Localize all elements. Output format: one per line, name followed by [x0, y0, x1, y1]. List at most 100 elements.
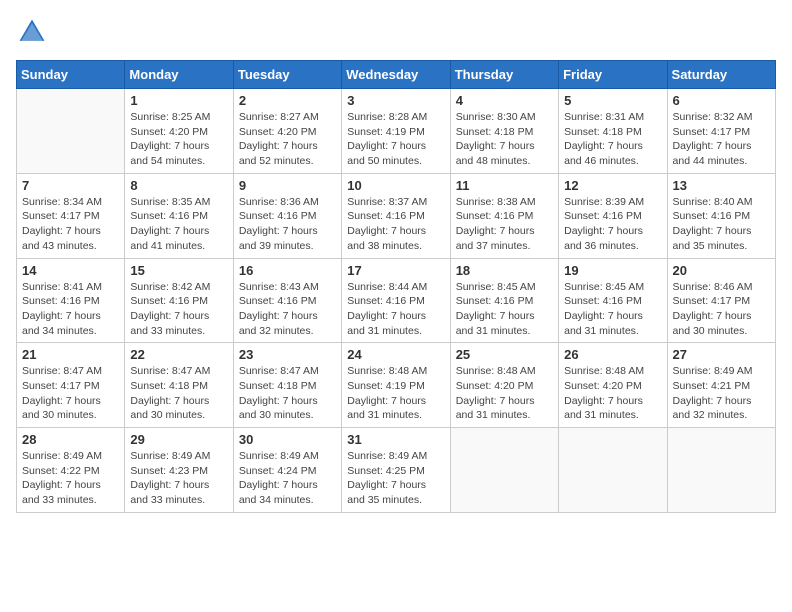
- logo-icon: [16, 16, 48, 48]
- calendar-cell: 19 Sunrise: 8:45 AMSunset: 4:16 PMDayligh…: [559, 258, 667, 343]
- calendar-cell: 25 Sunrise: 8:48 AMSunset: 4:20 PMDayligh…: [450, 343, 558, 428]
- day-number: 5: [564, 93, 661, 108]
- calendar-cell: 3 Sunrise: 8:28 AMSunset: 4:19 PMDaylight…: [342, 89, 450, 174]
- day-info: Sunrise: 8:45 AMSunset: 4:16 PMDaylight:…: [564, 280, 661, 339]
- header-thursday: Thursday: [450, 61, 558, 89]
- day-info: Sunrise: 8:25 AMSunset: 4:20 PMDaylight:…: [130, 110, 227, 169]
- day-number: 18: [456, 263, 553, 278]
- day-info: Sunrise: 8:28 AMSunset: 4:19 PMDaylight:…: [347, 110, 444, 169]
- calendar-cell: [17, 89, 125, 174]
- day-info: Sunrise: 8:31 AMSunset: 4:18 PMDaylight:…: [564, 110, 661, 169]
- day-number: 14: [22, 263, 119, 278]
- day-info: Sunrise: 8:48 AMSunset: 4:20 PMDaylight:…: [564, 364, 661, 423]
- logo: [16, 16, 52, 48]
- calendar-cell: [559, 428, 667, 513]
- calendar-cell: 23 Sunrise: 8:47 AMSunset: 4:18 PMDayligh…: [233, 343, 341, 428]
- day-info: Sunrise: 8:46 AMSunset: 4:17 PMDaylight:…: [673, 280, 770, 339]
- day-number: 31: [347, 432, 444, 447]
- day-info: Sunrise: 8:44 AMSunset: 4:16 PMDaylight:…: [347, 280, 444, 339]
- calendar-cell: 11Sunrise: 8:38 AMSunset: 4:16 PMDayligh…: [450, 173, 558, 258]
- calendar-cell: 14Sunrise: 8:41 AMSunset: 4:16 PMDayligh…: [17, 258, 125, 343]
- header-friday: Friday: [559, 61, 667, 89]
- day-info: Sunrise: 8:49 AMSunset: 4:22 PMDaylight:…: [22, 449, 119, 508]
- day-number: 11: [456, 178, 553, 193]
- day-number: 9: [239, 178, 336, 193]
- day-info: Sunrise: 8:30 AMSunset: 4:18 PMDaylight:…: [456, 110, 553, 169]
- day-number: 26: [564, 347, 661, 362]
- header-saturday: Saturday: [667, 61, 775, 89]
- calendar-cell: 24 Sunrise: 8:48 AMSunset: 4:19 PMDayligh…: [342, 343, 450, 428]
- day-info: Sunrise: 8:49 AMSunset: 4:25 PMDaylight:…: [347, 449, 444, 508]
- calendar-cell: 27 Sunrise: 8:49 AMSunset: 4:21 PMDayligh…: [667, 343, 775, 428]
- day-info: Sunrise: 8:34 AMSunset: 4:17 PMDaylight:…: [22, 195, 119, 254]
- calendar-cell: 8Sunrise: 8:35 AMSunset: 4:16 PMDaylight…: [125, 173, 233, 258]
- day-info: Sunrise: 8:47 AMSunset: 4:18 PMDaylight:…: [130, 364, 227, 423]
- day-info: Sunrise: 8:40 AMSunset: 4:16 PMDaylight:…: [673, 195, 770, 254]
- calendar-week-4: 21 Sunrise: 8:47 AMSunset: 4:17 PMDayligh…: [17, 343, 776, 428]
- day-number: 20: [673, 263, 770, 278]
- day-number: 17: [347, 263, 444, 278]
- day-info: Sunrise: 8:27 AMSunset: 4:20 PMDaylight:…: [239, 110, 336, 169]
- calendar-week-3: 14Sunrise: 8:41 AMSunset: 4:16 PMDayligh…: [17, 258, 776, 343]
- calendar-cell: 18 Sunrise: 8:45 AMSunset: 4:16 PMDayligh…: [450, 258, 558, 343]
- day-info: Sunrise: 8:39 AMSunset: 4:16 PMDaylight:…: [564, 195, 661, 254]
- calendar-cell: 21 Sunrise: 8:47 AMSunset: 4:17 PMDayligh…: [17, 343, 125, 428]
- day-number: 15: [130, 263, 227, 278]
- day-number: 19: [564, 263, 661, 278]
- day-info: Sunrise: 8:36 AMSunset: 4:16 PMDaylight:…: [239, 195, 336, 254]
- day-info: Sunrise: 8:47 AMSunset: 4:18 PMDaylight:…: [239, 364, 336, 423]
- day-info: Sunrise: 8:45 AMSunset: 4:16 PMDaylight:…: [456, 280, 553, 339]
- day-number: 29: [130, 432, 227, 447]
- day-number: 10: [347, 178, 444, 193]
- day-number: 23: [239, 347, 336, 362]
- calendar-cell: 10Sunrise: 8:37 AMSunset: 4:16 PMDayligh…: [342, 173, 450, 258]
- calendar-cell: 13 Sunrise: 8:40 AMSunset: 4:16 PMDayligh…: [667, 173, 775, 258]
- day-number: 13: [673, 178, 770, 193]
- day-number: 16: [239, 263, 336, 278]
- day-number: 24: [347, 347, 444, 362]
- calendar-week-2: 7 Sunrise: 8:34 AMSunset: 4:17 PMDaylight…: [17, 173, 776, 258]
- calendar-cell: 1 Sunrise: 8:25 AMSunset: 4:20 PMDaylight…: [125, 89, 233, 174]
- calendar-cell: 9 Sunrise: 8:36 AMSunset: 4:16 PMDaylight…: [233, 173, 341, 258]
- day-info: Sunrise: 8:35 AMSunset: 4:16 PMDaylight:…: [130, 195, 227, 254]
- day-number: 4: [456, 93, 553, 108]
- calendar-cell: 22 Sunrise: 8:47 AMSunset: 4:18 PMDayligh…: [125, 343, 233, 428]
- calendar-cell: [450, 428, 558, 513]
- day-number: 22: [130, 347, 227, 362]
- calendar-cell: 17 Sunrise: 8:44 AMSunset: 4:16 PMDayligh…: [342, 258, 450, 343]
- calendar-cell: 28 Sunrise: 8:49 AMSunset: 4:22 PMDayligh…: [17, 428, 125, 513]
- day-number: 27: [673, 347, 770, 362]
- header-tuesday: Tuesday: [233, 61, 341, 89]
- calendar-cell: 20 Sunrise: 8:46 AMSunset: 4:17 PMDayligh…: [667, 258, 775, 343]
- day-number: 7: [22, 178, 119, 193]
- day-number: 25: [456, 347, 553, 362]
- day-number: 12: [564, 178, 661, 193]
- header-wednesday: Wednesday: [342, 61, 450, 89]
- day-number: 21: [22, 347, 119, 362]
- calendar-cell: 7 Sunrise: 8:34 AMSunset: 4:17 PMDaylight…: [17, 173, 125, 258]
- day-number: 28: [22, 432, 119, 447]
- calendar-cell: 15 Sunrise: 8:42 AMSunset: 4:16 PMDayligh…: [125, 258, 233, 343]
- day-info: Sunrise: 8:47 AMSunset: 4:17 PMDaylight:…: [22, 364, 119, 423]
- day-number: 1: [130, 93, 227, 108]
- day-info: Sunrise: 8:49 AMSunset: 4:21 PMDaylight:…: [673, 364, 770, 423]
- day-info: Sunrise: 8:42 AMSunset: 4:16 PMDaylight:…: [130, 280, 227, 339]
- calendar-cell: 29Sunrise: 8:49 AMSunset: 4:23 PMDayligh…: [125, 428, 233, 513]
- day-number: 6: [673, 93, 770, 108]
- calendar-cell: 31 Sunrise: 8:49 AMSunset: 4:25 PMDayligh…: [342, 428, 450, 513]
- day-info: Sunrise: 8:48 AMSunset: 4:19 PMDaylight:…: [347, 364, 444, 423]
- calendar-table: SundayMondayTuesdayWednesdayThursdayFrid…: [16, 60, 776, 513]
- day-info: Sunrise: 8:48 AMSunset: 4:20 PMDaylight:…: [456, 364, 553, 423]
- calendar-cell: 30Sunrise: 8:49 AMSunset: 4:24 PMDayligh…: [233, 428, 341, 513]
- day-number: 3: [347, 93, 444, 108]
- day-info: Sunrise: 8:32 AMSunset: 4:17 PMDaylight:…: [673, 110, 770, 169]
- day-info: Sunrise: 8:49 AMSunset: 4:24 PMDaylight:…: [239, 449, 336, 508]
- day-number: 2: [239, 93, 336, 108]
- calendar-cell: 16 Sunrise: 8:43 AMSunset: 4:16 PMDayligh…: [233, 258, 341, 343]
- calendar-cell: 2 Sunrise: 8:27 AMSunset: 4:20 PMDaylight…: [233, 89, 341, 174]
- page-header: [16, 16, 776, 48]
- calendar-week-5: 28 Sunrise: 8:49 AMSunset: 4:22 PMDayligh…: [17, 428, 776, 513]
- header-sunday: Sunday: [17, 61, 125, 89]
- day-info: Sunrise: 8:43 AMSunset: 4:16 PMDaylight:…: [239, 280, 336, 339]
- calendar-cell: 12 Sunrise: 8:39 AMSunset: 4:16 PMDayligh…: [559, 173, 667, 258]
